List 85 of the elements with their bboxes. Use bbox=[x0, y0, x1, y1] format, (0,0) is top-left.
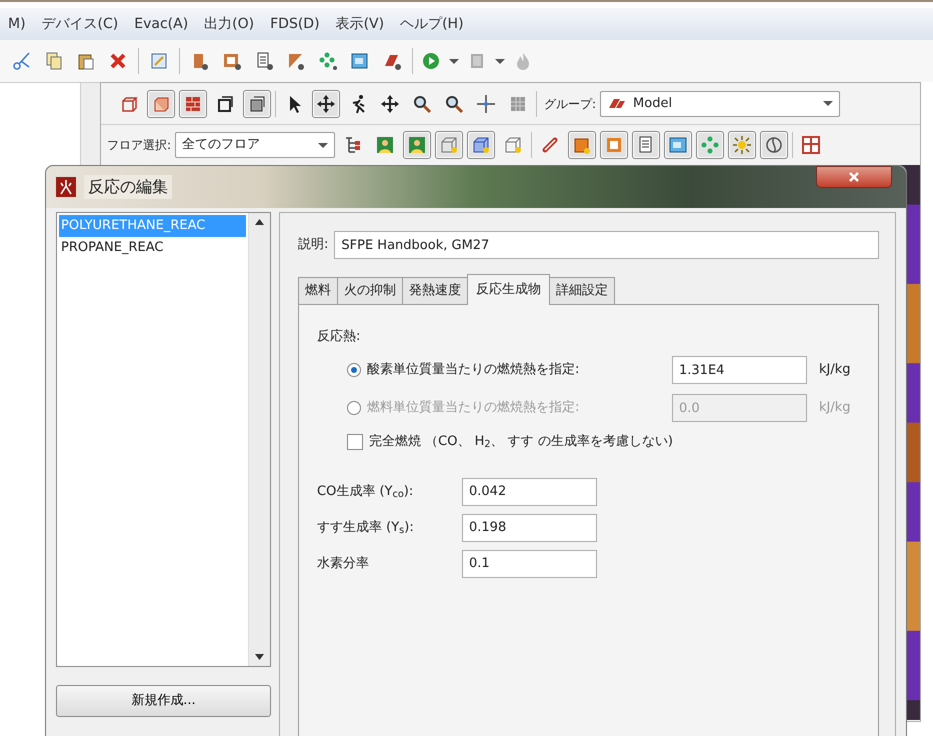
menu-item[interactable]: ヘルプ(H) bbox=[400, 14, 464, 34]
square-button[interactable] bbox=[243, 90, 271, 118]
tab[interactable]: 反応生成物 bbox=[467, 274, 550, 304]
value-field[interactable]: 0.042 bbox=[462, 478, 597, 506]
menu-item[interactable]: デバイス(C) bbox=[42, 14, 118, 34]
magnifier-icon bbox=[412, 94, 432, 114]
tc-icon bbox=[350, 51, 370, 71]
link-icon bbox=[540, 135, 560, 155]
swirl-button[interactable] bbox=[760, 131, 788, 159]
option-label: 酸素単位質量当たりの燃焼熱を指定: bbox=[367, 361, 580, 380]
caret-icon bbox=[449, 58, 459, 64]
radio-button[interactable] bbox=[347, 363, 361, 377]
edit-icon bbox=[149, 51, 169, 71]
cube-button[interactable] bbox=[147, 90, 175, 118]
new-button[interactable]: 新規作成... bbox=[56, 685, 271, 717]
value-field[interactable]: 0.1 bbox=[462, 550, 597, 578]
caret-icon bbox=[823, 101, 834, 106]
scissors-icon bbox=[12, 51, 32, 71]
dots-icon bbox=[700, 135, 720, 155]
crosshair-icon bbox=[476, 94, 496, 114]
copy-icon bbox=[44, 51, 64, 71]
value-field[interactable]: 0.198 bbox=[462, 514, 597, 542]
move-icon bbox=[380, 94, 400, 114]
close-icon bbox=[848, 171, 860, 183]
field-label: すす生成率 (Y$_{s}$): bbox=[317, 518, 415, 538]
move-button[interactable] bbox=[312, 90, 340, 118]
sun-icon bbox=[732, 135, 752, 155]
field-label: CO生成率 (Y$_{co}$): bbox=[317, 482, 414, 502]
swirl-icon bbox=[764, 135, 784, 155]
wireframe-cube-icon bbox=[439, 135, 460, 155]
section-label: 反応熱: bbox=[317, 328, 362, 346]
scroll-down-icon bbox=[255, 654, 264, 660]
dialog-title: 反応の編集 bbox=[84, 175, 172, 199]
move-icon bbox=[316, 94, 336, 114]
wireframe-cube-icon bbox=[503, 135, 524, 155]
wedge-icon bbox=[286, 51, 306, 71]
field-label: 水素分率 bbox=[317, 554, 370, 573]
list-button[interactable] bbox=[632, 131, 660, 159]
tab[interactable]: 火の抑制 bbox=[337, 277, 403, 304]
unit-label: kJ/kg bbox=[819, 399, 851, 418]
wireframe-cube-button[interactable] bbox=[435, 131, 464, 159]
person-button[interactable] bbox=[403, 131, 432, 159]
wireframe-cube-icon bbox=[471, 135, 492, 155]
box-button[interactable] bbox=[568, 131, 596, 159]
square-icon bbox=[215, 94, 235, 114]
floor-dropdown[interactable]: 全てのフロア bbox=[175, 132, 336, 158]
tab[interactable]: 詳細設定 bbox=[549, 277, 615, 304]
brick-cube-button[interactable] bbox=[179, 90, 207, 118]
menu-item[interactable]: Evac(A) bbox=[134, 14, 188, 34]
checkbox-label: 完全燃焼 （CO、 H$_{2}$、 すす の生成率を考慮しない) bbox=[369, 433, 673, 452]
dots-icon bbox=[318, 51, 338, 71]
value-field[interactable]: 1.31E4 bbox=[672, 356, 807, 384]
hole-icon bbox=[222, 51, 242, 71]
dots-button[interactable] bbox=[696, 131, 724, 159]
tc-icon bbox=[668, 135, 688, 155]
table-icon bbox=[801, 135, 822, 155]
play-icon bbox=[421, 51, 441, 71]
caret-icon bbox=[495, 58, 505, 64]
person-icon bbox=[375, 135, 396, 155]
floor-label: フロア選択: bbox=[107, 137, 172, 154]
tab[interactable]: 発熱速度 bbox=[402, 277, 468, 304]
scrollbar[interactable] bbox=[248, 213, 270, 666]
menu-item[interactable]: M) bbox=[8, 14, 26, 34]
sun-button[interactable] bbox=[728, 131, 756, 159]
description-label: 説明: bbox=[298, 236, 328, 254]
caret-icon bbox=[318, 142, 328, 148]
scroll-up-icon bbox=[255, 219, 264, 225]
tc-button[interactable] bbox=[664, 131, 692, 159]
menu-item[interactable]: 出力(O) bbox=[204, 14, 254, 34]
checkbox[interactable] bbox=[347, 434, 363, 450]
wireframe-cube-button[interactable] bbox=[467, 131, 496, 159]
menu-item[interactable]: 表示(V) bbox=[336, 14, 384, 34]
fire-logo-icon bbox=[56, 177, 76, 197]
delete-icon bbox=[108, 51, 128, 71]
group-label: グループ: bbox=[544, 96, 596, 112]
description-field[interactable]: SFPE Handbook, GM27 bbox=[334, 231, 879, 259]
list-item[interactable]: PROPANE_REAC bbox=[59, 236, 246, 258]
close-button[interactable] bbox=[816, 166, 892, 188]
unit-label: kJ/kg bbox=[819, 361, 851, 380]
option-label: 燃料単位質量当たりの燃焼熱を指定: bbox=[367, 399, 580, 418]
tab[interactable]: 燃料 bbox=[298, 277, 338, 304]
person-icon bbox=[407, 135, 428, 155]
menu-item[interactable]: FDS(D) bbox=[270, 14, 320, 34]
group-dropdown[interactable]: Model bbox=[600, 90, 840, 116]
magnifier-icon bbox=[444, 94, 464, 114]
